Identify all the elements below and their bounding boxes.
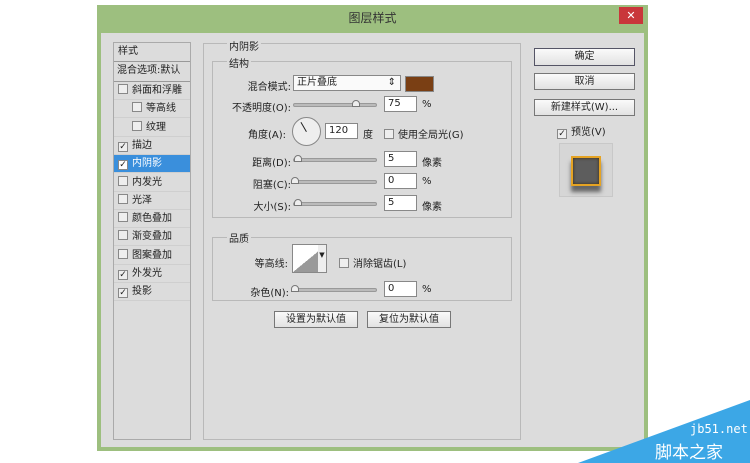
set-default-button[interactable]: 设置为默认值 (274, 311, 358, 328)
slider-thumb[interactable] (291, 177, 299, 184)
style-item-label: 等高线 (146, 103, 176, 115)
inner-shadow-title: 内阴影 (227, 38, 261, 53)
blend-mode-label: 混合模式: (247, 82, 291, 93)
angle-input[interactable]: 120 (325, 123, 358, 139)
style-item[interactable]: ✓ 外发光 (114, 265, 190, 283)
size-unit: 像素 (422, 202, 442, 213)
checkbox[interactable]: ✓ (118, 160, 128, 171)
opacity-unit: % (422, 99, 432, 110)
style-item[interactable]: ✓ 描边 (114, 137, 190, 155)
preview-checkbox[interactable]: ✓ 预览(V) (557, 123, 606, 139)
slider-thumb[interactable] (294, 155, 302, 162)
style-item[interactable]: 纹理 (114, 119, 190, 137)
style-item[interactable]: 渐变叠加 (114, 228, 190, 247)
style-item[interactable]: 图案叠加 (114, 247, 190, 265)
choke-input[interactable]: 0 (384, 173, 417, 189)
checkbox[interactable] (132, 120, 142, 131)
cancel-button[interactable]: 取消 (534, 73, 635, 90)
blend-mode-value: 正片叠底 (297, 77, 337, 88)
choke-label: 阻塞(C): (252, 180, 291, 191)
dialog-title: 图层样式 (348, 11, 397, 25)
style-item[interactable]: 等高线 (114, 100, 190, 119)
close-icon[interactable]: ✕ (619, 7, 643, 24)
style-item-label: 斜面和浮雕 (132, 85, 182, 96)
watermark-name: 脚本之家 (655, 443, 723, 463)
checkbox[interactable] (118, 248, 128, 259)
select-arrows-icon: ⇕ (387, 77, 396, 88)
opacity-input[interactable]: 75 (384, 96, 417, 112)
noise-input[interactable]: 0 (384, 281, 417, 297)
style-item-label: 渐变叠加 (132, 231, 172, 243)
checkbox[interactable] (118, 230, 128, 241)
slider-thumb[interactable] (294, 199, 302, 206)
style-item-label: 光泽 (132, 194, 152, 206)
style-item-label: 投影 (132, 286, 152, 298)
noise-label: 杂色(N): (250, 288, 289, 299)
size-slider[interactable] (293, 199, 377, 206)
checkbox[interactable] (118, 212, 128, 223)
contour-label: 等高线: (254, 259, 288, 270)
new-style-button[interactable]: 新建样式(W)... (534, 99, 635, 116)
noise-unit: % (422, 284, 432, 295)
reset-default-button[interactable]: 复位为默认值 (367, 311, 451, 328)
style-item[interactable]: 颜色叠加 (114, 210, 190, 229)
opacity-label: 不透明度(O): (231, 103, 291, 114)
angle-dial[interactable] (292, 117, 321, 146)
style-item[interactable]: ✓ 内阴影 (114, 155, 190, 174)
contour-picker[interactable]: ▼ (292, 244, 327, 273)
distance-label: 距离(D): (252, 158, 291, 169)
style-item[interactable]: ✓ 投影 (114, 283, 190, 302)
slider-thumb[interactable] (291, 285, 299, 292)
distance-unit: 像素 (422, 158, 442, 169)
preview-label: 预览(V) (571, 127, 606, 138)
style-item-label: 外发光 (132, 268, 162, 279)
styles-list: 样式 混合选项:默认 斜面和浮雕等高线纹理 ✓ 描边 ✓ 内阴影内发光光泽颜色叠加渐变叠… (113, 42, 191, 440)
checkbox[interactable] (118, 84, 128, 94)
blend-mode-select[interactable]: 正片叠底 ⇕ (293, 75, 401, 91)
size-label: 大小(S): (253, 202, 291, 213)
checkbox[interactable]: ✓ (118, 270, 128, 280)
size-input[interactable]: 5 (384, 195, 417, 211)
slider-thumb[interactable] (352, 100, 360, 107)
styles-header: 样式 (114, 43, 190, 62)
style-item-label: 颜色叠加 (132, 213, 172, 225)
ok-button[interactable]: 确定 (534, 48, 635, 66)
style-item-label: 图案叠加 (132, 249, 172, 261)
style-item-label: 内阴影 (132, 158, 162, 170)
checkbox[interactable]: ✓ (118, 288, 128, 299)
dropdown-arrow-icon: ▼ (318, 245, 326, 272)
shadow-color-swatch[interactable] (405, 76, 434, 92)
structure-title: 结构 (227, 55, 251, 70)
global-light-label: 使用全局光(G) (398, 130, 464, 141)
checkbox[interactable] (132, 102, 142, 113)
checkbox[interactable]: ✓ (118, 141, 128, 152)
layer-style-dialog: 图层样式 ✕ 样式 混合选项:默认 斜面和浮雕等高线纹理 ✓ 描边 ✓ 内阴影内发光光泽… (97, 5, 648, 451)
checkbox[interactable] (118, 175, 128, 186)
blend-options-item[interactable]: 混合选项:默认 (114, 62, 190, 82)
quality-title: 品质 (227, 230, 251, 245)
style-item[interactable]: 内发光 (114, 174, 190, 192)
distance-input[interactable]: 5 (384, 151, 417, 167)
checkbox[interactable] (118, 193, 128, 204)
opacity-slider[interactable] (293, 100, 377, 107)
dialog-body: 样式 混合选项:默认 斜面和浮雕等高线纹理 ✓ 描边 ✓ 内阴影内发光光泽颜色叠加渐变叠… (101, 33, 644, 447)
angle-unit: 度 (363, 130, 373, 141)
style-item-label: 描边 (132, 139, 152, 151)
style-item[interactable]: 光泽 (114, 192, 190, 210)
antialias-label: 消除锯齿(L) (353, 259, 407, 270)
angle-label: 角度(A): (247, 130, 286, 141)
choke-unit: % (422, 176, 432, 187)
style-item-label: 纹理 (146, 121, 166, 133)
antialias-checkbox[interactable]: 消除锯齿(L) (339, 255, 406, 270)
distance-slider[interactable] (293, 155, 377, 162)
preview-thumbnail (559, 143, 613, 197)
noise-slider[interactable] (291, 285, 377, 292)
preview-swatch (571, 156, 601, 186)
choke-slider[interactable] (291, 177, 377, 184)
style-item[interactable]: 斜面和浮雕 (114, 82, 190, 100)
style-item-label: 内发光 (132, 176, 162, 188)
global-light-checkbox[interactable]: 使用全局光(G) (384, 126, 464, 141)
watermark-site: jb51.net (690, 422, 748, 436)
